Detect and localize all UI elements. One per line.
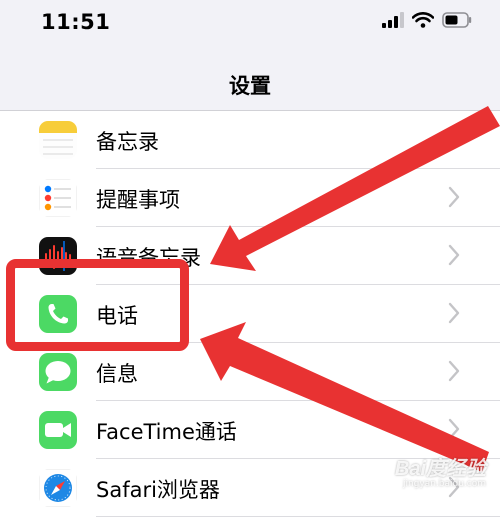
watermark-url: jingyan.baidu.com — [402, 479, 486, 489]
settings-row-label: 信息 — [96, 362, 138, 386]
messages-icon — [39, 353, 77, 391]
chevron-right-icon — [448, 186, 460, 208]
settings-row-facetime[interactable]: FaceTime通话 — [0, 401, 500, 459]
highlight-box — [6, 259, 189, 351]
settings-row-notes[interactable]: 备忘录 — [0, 111, 500, 169]
watermark: Bai度经验 jingyan.baidu.com — [395, 452, 486, 489]
chevron-right-icon — [448, 360, 460, 382]
reminders-icon — [39, 179, 77, 217]
settings-row-label: 提醒事项 — [96, 188, 180, 212]
safari-icon — [39, 469, 77, 507]
facetime-icon — [39, 411, 77, 449]
settings-row-messages[interactable]: 信息 — [0, 343, 500, 401]
settings-row-reminders[interactable]: 提醒事项 — [0, 169, 500, 227]
chevron-right-icon — [448, 128, 460, 150]
status-time: 11:51 — [41, 10, 111, 34]
status-bar: 11:51 — [0, 0, 500, 50]
settings-row-label: FaceTime通话 — [96, 420, 237, 444]
status-icons — [382, 12, 472, 28]
settings-row-label: 备忘录 — [96, 130, 159, 154]
settings-row-label: Safari浏览器 — [96, 478, 220, 502]
chevron-right-icon — [448, 418, 460, 440]
navigation-bar: 设置 — [0, 50, 500, 111]
cellular-signal-icon — [382, 12, 404, 28]
notes-icon — [39, 121, 77, 159]
watermark-logo: Bai度经验 — [394, 458, 486, 480]
battery-icon — [442, 12, 472, 28]
wifi-icon — [412, 12, 434, 28]
page-title: 设置 — [229, 74, 271, 98]
chevron-right-icon — [448, 244, 460, 266]
chevron-right-icon — [448, 302, 460, 324]
